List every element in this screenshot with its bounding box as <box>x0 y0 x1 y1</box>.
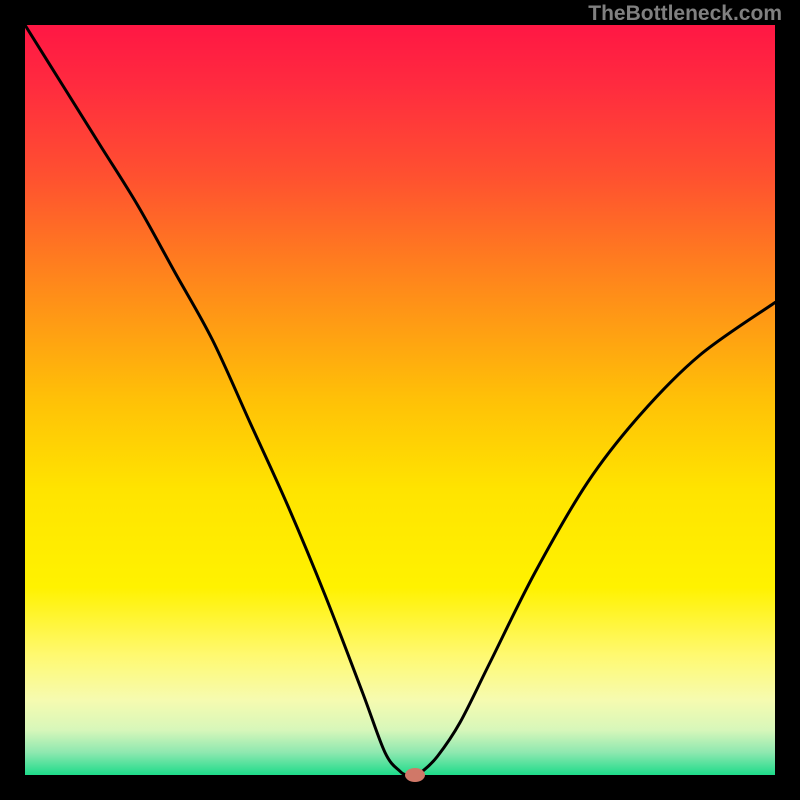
plot-background <box>25 25 775 775</box>
chart-svg <box>0 0 800 800</box>
target-marker <box>405 768 425 782</box>
watermark-text: TheBottleneck.com <box>588 2 782 26</box>
bottleneck-chart: TheBottleneck.com <box>0 0 800 800</box>
